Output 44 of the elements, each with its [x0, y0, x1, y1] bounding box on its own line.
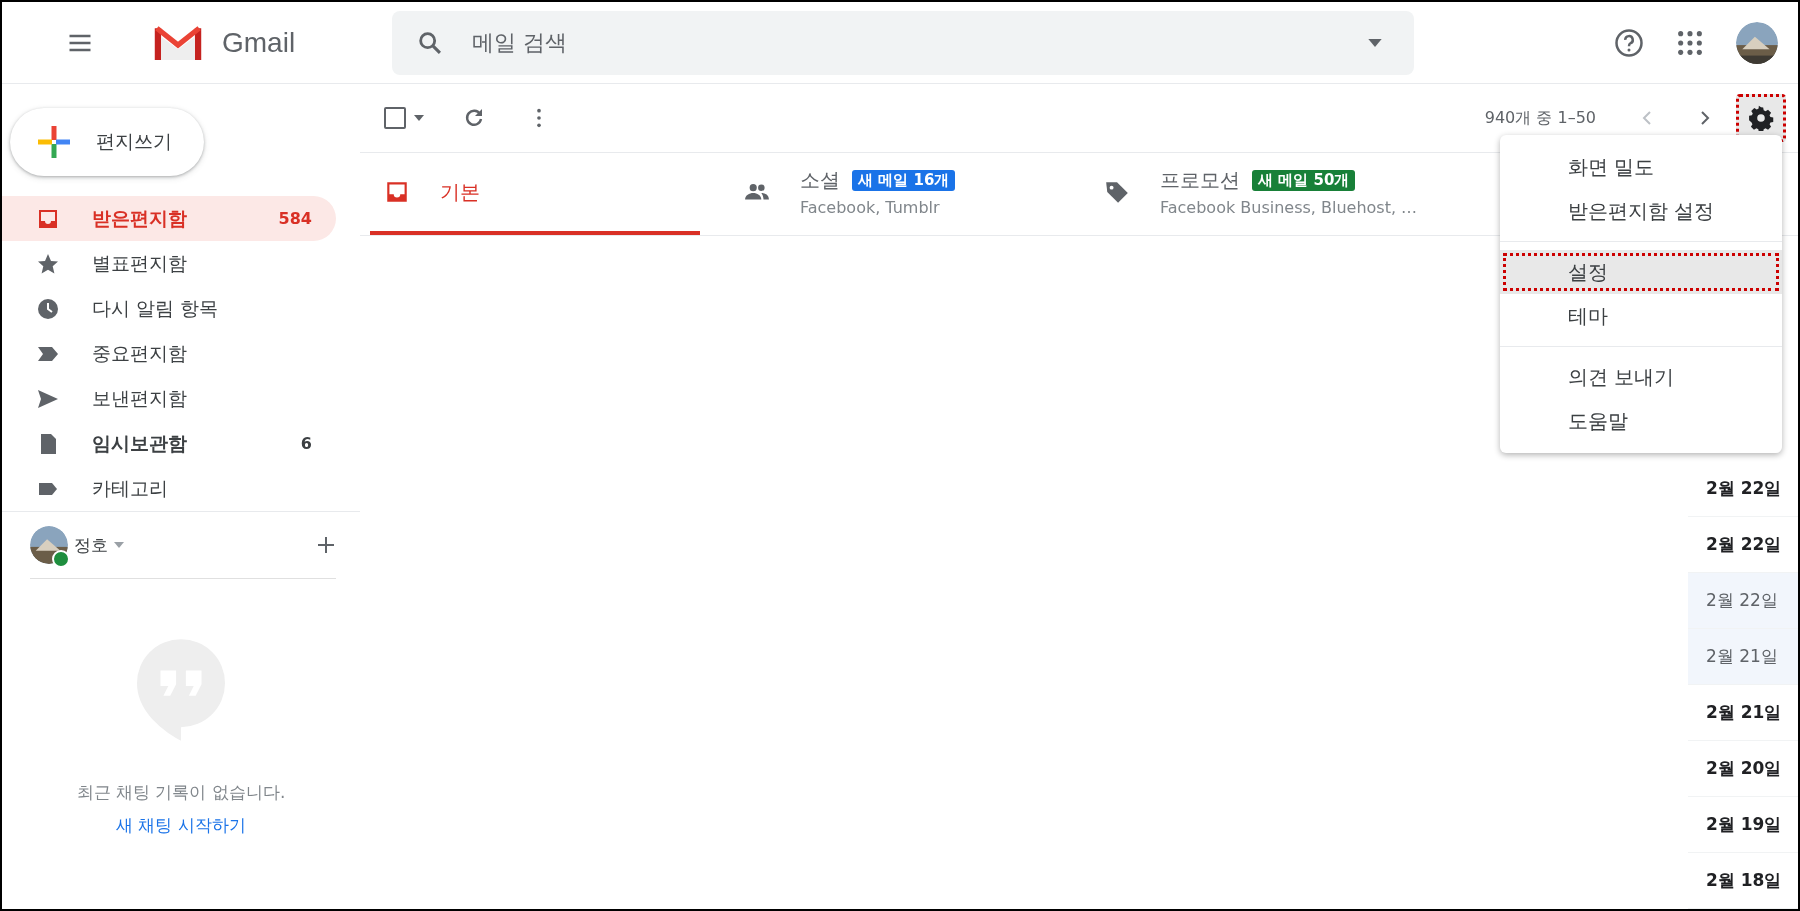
envelope-logo-icon[interactable] — [152, 23, 204, 62]
settings-icon — [1748, 105, 1774, 131]
menu-item[interactable]: 테마 — [1500, 294, 1782, 338]
caret-icon[interactable] — [1368, 38, 1382, 47]
empty-chat-message: 최근 채팅 기록이 없습니다. — [76, 781, 286, 804]
tab-senders: Facebook Business, Bluehost, … — [1160, 198, 1418, 217]
menu-item[interactable]: 받은편지함 설정 — [1500, 189, 1782, 233]
message-date: 2월 21일 — [1688, 629, 1798, 685]
page-range: 940개 중 1–50 — [1484, 107, 1596, 129]
product-name: Gmail — [222, 26, 297, 59]
menu-item[interactable]: 화면 밀도 — [1500, 145, 1782, 189]
nav-item[interactable]: 카테고리 — [2, 466, 336, 511]
tag-icon — [1104, 179, 1130, 205]
category-tab[interactable]: 소셜 새 메일 16개 Facebook, Tumblr — [730, 153, 1090, 235]
nav-item[interactable]: 임시보관함 6 — [2, 421, 336, 466]
help-icon[interactable] — [1614, 27, 1644, 58]
menu-item[interactable]: 설정 — [1500, 250, 1782, 294]
nav-item[interactable]: 중요편지함 — [2, 331, 336, 376]
start-chat-link[interactable]: 새 채팅 시작하기 — [116, 814, 246, 837]
menu-item[interactable]: 의견 보내기 — [1500, 355, 1782, 399]
nav-item[interactable]: 받은편지함 584 — [2, 196, 336, 241]
compose-button[interactable]: 편지쓰기 — [10, 108, 204, 176]
new-mail-badge: 새 메일 50개 — [1252, 170, 1356, 191]
chevron-right-icon[interactable] — [1700, 110, 1710, 126]
plus-icon — [36, 124, 72, 160]
caret-icon[interactable] — [114, 542, 124, 548]
clock-icon — [36, 296, 60, 321]
tab-senders: Facebook, Tumblr — [800, 198, 941, 217]
select-checkbox[interactable] — [384, 107, 406, 129]
user-name[interactable]: 정호 — [74, 533, 108, 557]
inbox-icon — [384, 179, 410, 205]
search-field[interactable]: 메일 검색 — [392, 10, 1414, 75]
menu-item[interactable]: 도움말 — [1500, 399, 1782, 443]
nav-item[interactable]: 다시 알림 항목 — [2, 286, 336, 331]
message-date: 2월 22일 — [1688, 573, 1798, 629]
nav-item[interactable]: 별표편지함 — [2, 241, 336, 286]
more-options-icon[interactable] — [536, 107, 542, 129]
apps-grid-icon[interactable] — [1676, 28, 1704, 57]
category-tab[interactable]: 프로모션 새 메일 50개 Facebook Business, Bluehost, … — [1090, 153, 1450, 235]
category-tab[interactable]: 기본 — [370, 153, 700, 235]
new-mail-badge: 새 메일 16개 — [852, 170, 956, 191]
nav-item[interactable]: 보낸편지함 — [2, 376, 336, 421]
add-icon[interactable] — [316, 535, 336, 555]
caret-icon[interactable] — [414, 115, 424, 121]
